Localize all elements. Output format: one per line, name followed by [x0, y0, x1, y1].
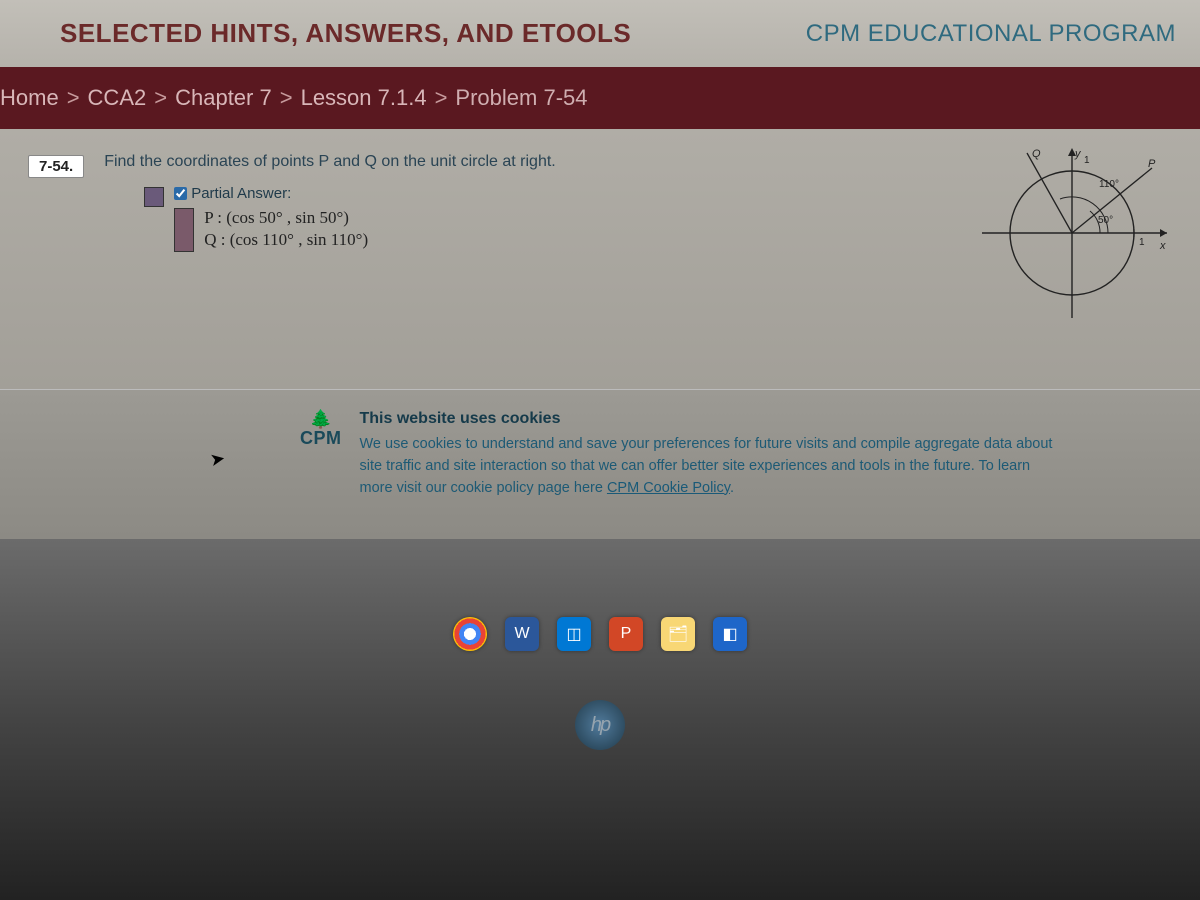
diagram-label-one-y: 1: [1084, 155, 1090, 166]
taskbar-explorer-icon[interactable]: 🗂: [661, 617, 695, 651]
partial-answer-label: Partial Answer:: [191, 185, 291, 202]
diagram-label-50: 50°: [1098, 215, 1113, 226]
taskbar-outlook-icon[interactable]: ◫: [557, 617, 591, 651]
crumb-lesson[interactable]: Lesson 7.1.4: [301, 85, 427, 111]
crumb-problem: Problem 7-54: [455, 85, 587, 111]
breadcrumb-sep: >: [435, 85, 448, 111]
answer-line-p: P : (cos 50° , sin 50°): [204, 208, 368, 228]
breadcrumb-sep: >: [67, 85, 80, 111]
page-header: SELECTED HINTS, ANSWERS, AND ETOOLS CPM …: [0, 0, 1200, 67]
unit-circle-diagram: Q y 1 P 110° 50° 1 x: [972, 143, 1172, 323]
problem-content: 7-54. Find the coordinates of points P a…: [0, 129, 1200, 389]
answer-line-q: Q : (cos 110° , sin 110°): [204, 230, 368, 250]
diagram-label-p: P: [1148, 158, 1156, 170]
cookie-banner: 🌲 CPM This website uses cookies We use c…: [0, 389, 1200, 539]
breadcrumb-sep: >: [280, 85, 293, 111]
breadcrumb-sep: >: [154, 85, 167, 111]
cookie-body-post: .: [730, 480, 734, 496]
problem-number-badge: 7-54.: [28, 155, 84, 178]
taskbar: W ◫ P 🗂 ◧: [0, 610, 1200, 658]
step-thumb-icon[interactable]: [174, 208, 194, 252]
taskbar-powerpoint-icon[interactable]: P: [609, 617, 643, 651]
breadcrumb: Home > CCA2 > Chapter 7 > Lesson 7.1.4 >…: [0, 67, 1200, 129]
diagram-label-q: Q: [1032, 148, 1041, 160]
taskbar-word-icon[interactable]: W: [505, 617, 539, 651]
crumb-home[interactable]: Home: [0, 85, 59, 111]
problem-prompt: Find the coordinates of points P and Q o…: [104, 153, 952, 171]
cpm-logo: 🌲 CPM: [300, 410, 342, 449]
cookie-body: We use cookies to understand and save yo…: [360, 434, 1060, 499]
diagram-label-110: 110°: [1099, 179, 1119, 190]
header-title-left: SELECTED HINTS, ANSWERS, AND ETOOLS: [60, 18, 631, 49]
problem-body: Find the coordinates of points P and Q o…: [104, 153, 952, 252]
taskbar-chrome-icon[interactable]: [453, 617, 487, 651]
cpm-logo-text: CPM: [300, 428, 342, 449]
answer-block: Partial Answer: P : (cos 50° , sin 50°) …: [144, 185, 952, 252]
header-title-right: CPM EDUCATIONAL PROGRAM: [806, 20, 1176, 48]
diagram-label-one-x: 1: [1139, 237, 1145, 248]
hp-logo-icon: hp: [575, 700, 625, 750]
cookie-policy-link[interactable]: CPM Cookie Policy: [607, 480, 730, 496]
crumb-cca2[interactable]: CCA2: [88, 85, 147, 111]
hint-thumb-icon[interactable]: [144, 187, 164, 207]
cookie-title: This website uses cookies: [360, 410, 1060, 428]
partial-answer-checkbox[interactable]: [174, 187, 187, 200]
crumb-chapter[interactable]: Chapter 7: [175, 85, 272, 111]
cpm-tree-icon: 🌲: [310, 410, 332, 428]
diagram-label-x: x: [1159, 240, 1166, 252]
diagram-label-y: y: [1074, 148, 1082, 160]
taskbar-app-icon[interactable]: ◧: [713, 617, 747, 651]
